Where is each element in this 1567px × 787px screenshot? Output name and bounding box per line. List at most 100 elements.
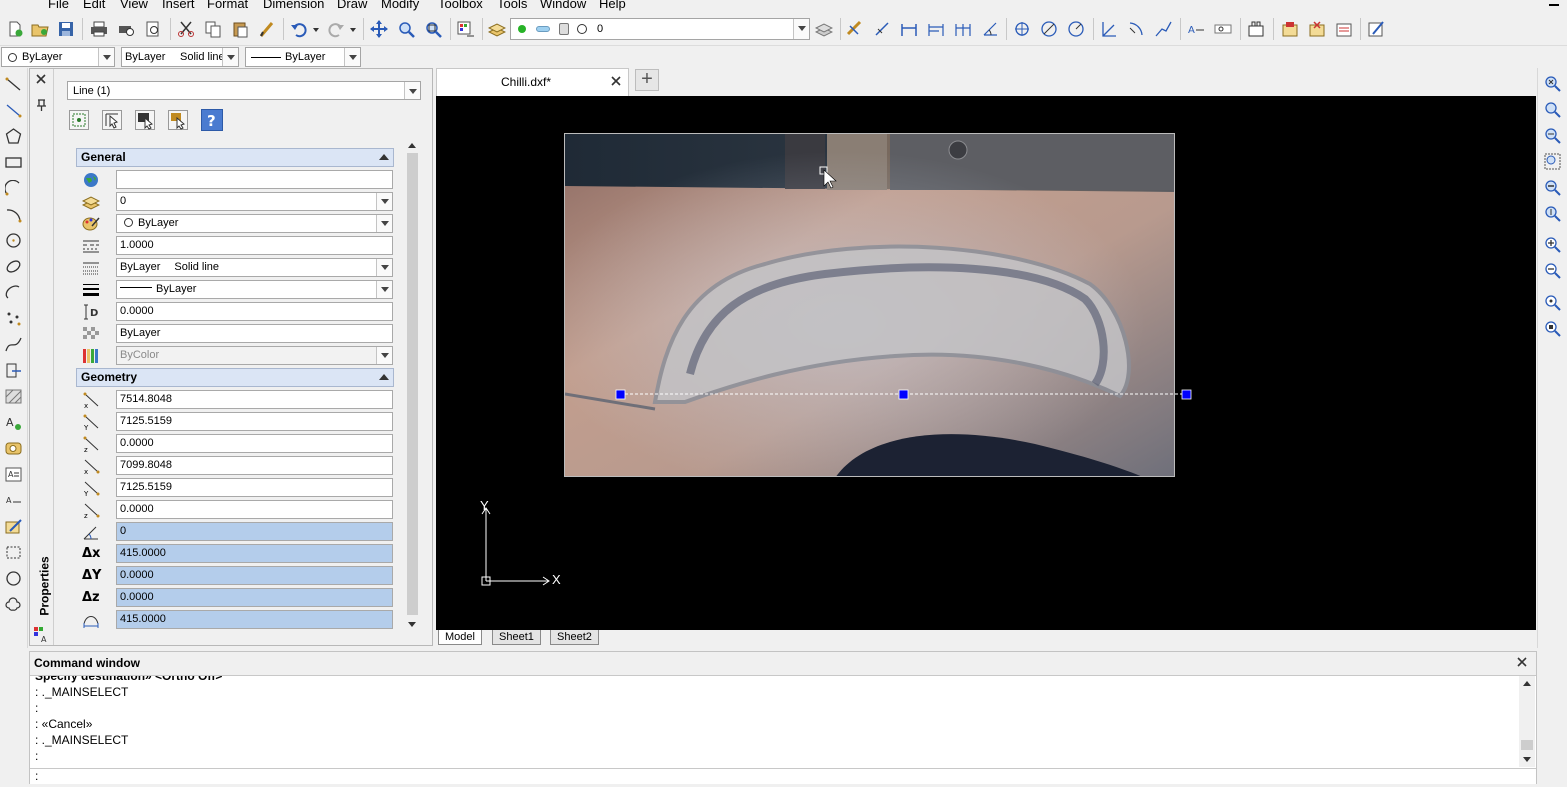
window-minimize-icon[interactable] [1549,4,1559,6]
linetype-scale-field[interactable]: 1.0000 [116,236,393,255]
quick-select-filter-icon[interactable] [135,110,155,130]
region-tool-icon[interactable] [5,440,22,457]
cut-icon[interactable] [177,20,195,38]
menu-draw[interactable]: Draw [337,0,367,11]
zoom-object-icon[interactable] [1544,320,1561,337]
page-setup-icon[interactable] [144,20,162,38]
quick-select-icon[interactable]: A [33,625,51,643]
wipeout-tool-icon[interactable] [5,570,22,587]
tab-sheet2[interactable]: Sheet2 [550,630,599,645]
redo-icon[interactable] [327,20,345,38]
entity-type-select[interactable]: Line (1) [67,81,421,100]
zoom-previous-icon[interactable] [1544,101,1561,118]
insert-attribute-tool-icon[interactable]: A [5,414,22,431]
dim-center-icon[interactable] [1013,20,1031,38]
menu-file[interactable]: File [48,0,69,11]
geometry-section-header[interactable]: Geometry [76,368,394,387]
dim-ordinate-icon[interactable] [1100,20,1118,38]
scroll-thumb[interactable] [407,153,418,615]
lineweight-combo[interactable]: ByLayer [245,47,361,67]
grip-mid-icon[interactable] [898,389,909,400]
menu-toolbox[interactable]: Toolbox [438,0,483,11]
menu-format[interactable]: Format [207,0,248,11]
cloud-tool-icon[interactable] [5,596,22,613]
dim-style-icon[interactable] [1214,20,1232,38]
arc-3pt-tool-icon[interactable] [5,206,22,223]
end-y-field[interactable]: 7125.5159 [116,478,393,497]
selection-settings-icon[interactable] [168,110,188,130]
lineweight-field[interactable]: ByLayer [116,280,393,299]
save-icon[interactable] [57,20,75,38]
print-preview-icon[interactable] [117,20,135,38]
point-tool-icon[interactable] [5,310,22,327]
menu-insert[interactable]: Insert [162,0,195,11]
scroll-up-icon[interactable] [1522,679,1532,687]
delta-x-field[interactable]: 415.0000 [116,544,393,563]
menu-help[interactable]: Help [599,0,626,11]
leader-icon[interactable] [1154,20,1172,38]
zoom-center-icon[interactable] [1544,294,1561,311]
edit-block-icon[interactable] [1367,20,1385,38]
end-z-field[interactable]: 0.0000 [116,500,393,519]
match-properties-icon[interactable] [258,20,276,38]
undo-dropdown-icon[interactable] [312,20,320,38]
circle-tool-icon[interactable] [5,232,22,249]
block-insert-tool-icon[interactable] [5,362,22,379]
zoom-extents-icon[interactable] [1544,75,1561,92]
start-x-field[interactable]: 7514.8048 [116,390,393,409]
dim-linear-icon[interactable] [846,20,864,38]
dim-angular-icon[interactable] [981,20,999,38]
dim-diameter-icon[interactable] [1040,20,1058,38]
polyline-tool-icon[interactable] [5,102,22,119]
zoom-realtime-icon[interactable] [397,20,415,38]
help-icon[interactable]: ? [201,109,223,131]
grip-start-icon[interactable] [615,389,626,400]
layer-field[interactable]: 0 [116,192,393,211]
paste-icon[interactable] [231,20,249,38]
undo-icon[interactable] [290,20,308,38]
transparency-field[interactable]: ByLayer [116,324,393,343]
add-tab-button[interactable]: + [635,69,659,91]
polygon-tool-icon[interactable] [5,128,22,145]
tolerance-icon[interactable]: A [1187,20,1205,38]
collapse-icon[interactable] [379,154,389,160]
copy-icon[interactable] [204,20,222,38]
zoom-window-icon[interactable] [424,20,442,38]
close-icon[interactable] [610,75,622,87]
start-z-field[interactable]: 0.0000 [116,434,393,453]
command-input[interactable]: : [30,768,1536,784]
new-file-icon[interactable] [6,20,24,38]
layer-manager-icon[interactable] [488,20,506,38]
command-scrollbar[interactable] [1519,676,1535,767]
pan-icon[interactable] [370,20,388,38]
scroll-down-icon[interactable] [407,621,417,629]
revision-cloud-tool-icon[interactable] [5,544,22,561]
explorer-icon[interactable] [457,20,475,38]
zoom-window-icon[interactable] [1544,153,1561,170]
grip-end-icon[interactable] [1181,389,1192,400]
rectangle-tool-icon[interactable] [5,154,22,171]
sketch-tool-icon[interactable] [5,518,22,535]
close-icon[interactable] [1516,656,1528,668]
scroll-thumb[interactable] [1521,740,1533,750]
zoom-all-icon[interactable] [1544,179,1561,196]
color-field[interactable]: ByLayer [116,214,393,233]
dim-baseline-icon[interactable] [927,20,945,38]
menu-window[interactable]: Window [540,0,586,11]
xref-attach-icon[interactable] [1281,20,1299,38]
layer-combo[interactable]: 0 [510,18,810,40]
dim-horizontal-icon[interactable] [900,20,918,38]
zoom-out-icon[interactable] [1544,262,1561,279]
single-line-text-tool-icon[interactable]: A [5,492,22,509]
dim-continue-icon[interactable] [954,20,972,38]
select-objects-icon[interactable] [102,110,122,130]
xref-bind-icon[interactable] [1335,20,1353,38]
color-combo[interactable]: ByLayer [1,47,115,67]
scroll-up-icon[interactable] [407,141,417,149]
menu-tools[interactable]: Tools [497,0,527,11]
linetype-field[interactable]: ByLayer Solid line [116,258,393,277]
spline-tool-icon[interactable] [5,336,22,353]
redo-dropdown-icon[interactable] [349,20,357,38]
dim-radius-icon[interactable] [1067,20,1085,38]
hyperlink-field[interactable] [116,170,393,189]
